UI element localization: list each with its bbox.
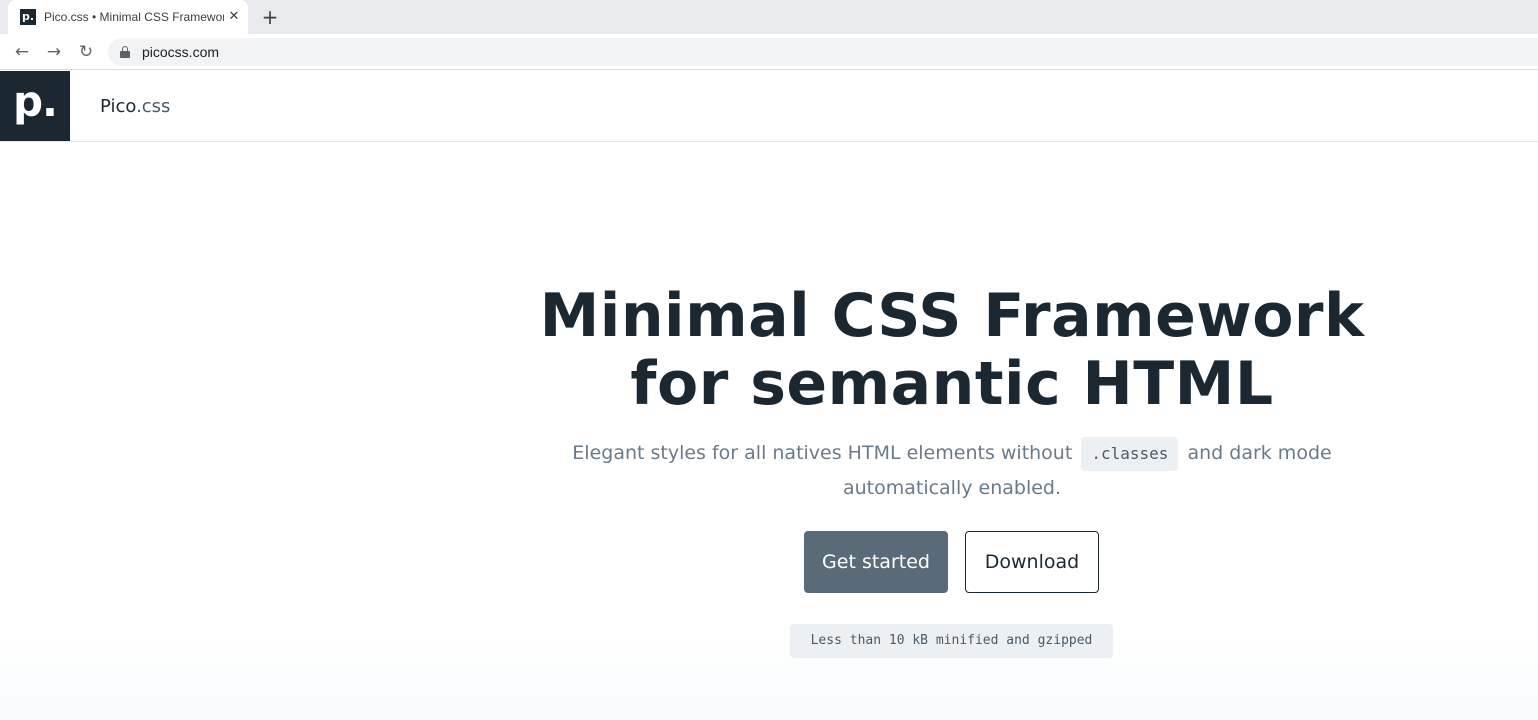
hero-title: Minimal CSS Framework for semantic HTML bbox=[539, 281, 1365, 419]
close-tab-icon[interactable]: ✕ bbox=[226, 9, 242, 25]
pico-favicon-icon: p. bbox=[20, 9, 36, 25]
new-tab-button[interactable]: + bbox=[259, 6, 281, 28]
brand-name-main: Pico bbox=[100, 96, 137, 117]
hero-section: Minimal CSS Framework for semantic HTML … bbox=[0, 142, 1538, 720]
get-started-button[interactable]: Get started bbox=[804, 531, 948, 593]
browser-toolbar: ← → ↻ picocss.com bbox=[0, 34, 1538, 70]
hero-subtitle: Elegant styles for all natives HTML elem… bbox=[560, 436, 1344, 505]
forward-arrow-icon[interactable]: → bbox=[42, 40, 66, 64]
pico-logo[interactable]: p. bbox=[0, 71, 70, 141]
reload-icon[interactable]: ↻ bbox=[74, 40, 98, 64]
site-header: p. Pico.css bbox=[0, 71, 1538, 142]
tab-title: Pico.css • Minimal CSS Framework for sem… bbox=[44, 10, 224, 24]
download-button[interactable]: Download bbox=[965, 531, 1099, 593]
back-arrow-icon[interactable]: ← bbox=[10, 40, 34, 64]
size-note: Less than 10 kB minified and gzipped bbox=[790, 624, 1113, 658]
address-bar[interactable]: picocss.com bbox=[108, 38, 1538, 66]
url-text[interactable]: picocss.com bbox=[142, 44, 219, 60]
brand-name-suffix: .css bbox=[136, 96, 171, 117]
brand-link[interactable]: Pico.css bbox=[100, 96, 170, 118]
browser-tab[interactable]: p. Pico.css • Minimal CSS Framework for … bbox=[8, 0, 248, 34]
classes-code: .classes bbox=[1081, 437, 1179, 471]
lock-icon[interactable] bbox=[120, 46, 130, 58]
browser-tab-strip: p. Pico.css • Minimal CSS Framework for … bbox=[0, 0, 1538, 34]
hero-subtitle-start: Elegant styles for all natives HTML elem… bbox=[572, 442, 1073, 464]
